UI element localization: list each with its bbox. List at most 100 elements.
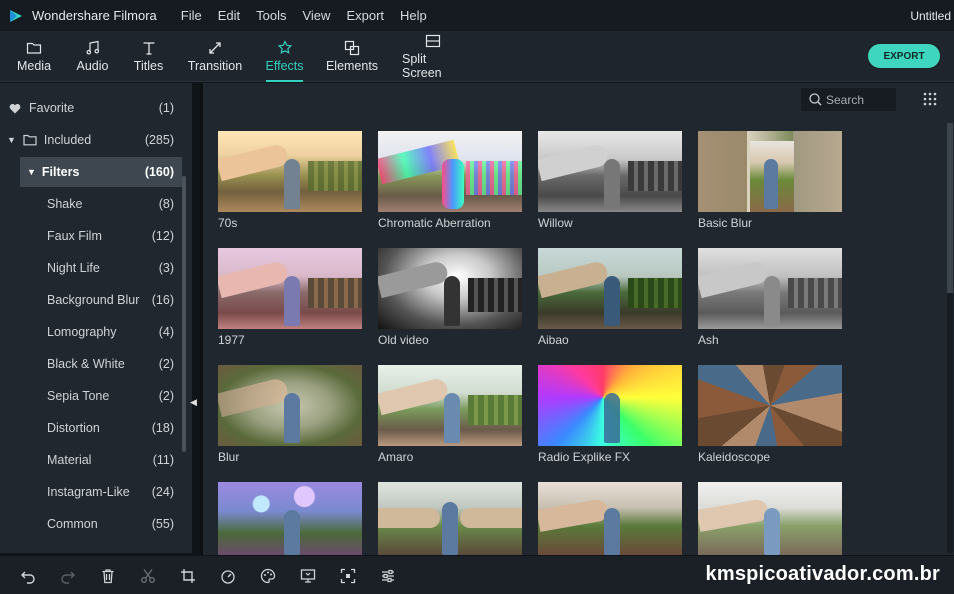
- effect-tile[interactable]: [378, 482, 522, 559]
- thumbnail-vines: [788, 278, 842, 308]
- green-screen-icon[interactable]: [300, 568, 316, 584]
- content-scrollbar[interactable]: [947, 123, 953, 553]
- effect-name: 70s: [218, 216, 238, 230]
- effect-tile-radio-explike-fx[interactable]: Radio Explike FX: [538, 365, 682, 464]
- chevron-down-icon: ▼: [27, 167, 36, 177]
- sidebar-item-instagram-like[interactable]: Instagram-Like (24): [0, 477, 182, 507]
- effect-thumbnail: [378, 248, 522, 329]
- split-screen-icon: [425, 34, 441, 48]
- grid-view-icon[interactable]: [923, 92, 937, 106]
- sidebar-item-count: (12): [151, 229, 174, 243]
- effect-tile[interactable]: [538, 482, 682, 559]
- sidebar-item-background-blur[interactable]: Background Blur (16): [0, 285, 182, 315]
- sidebar-item-label: Distortion: [47, 421, 100, 435]
- sidebar-item-material[interactable]: Material (11): [0, 445, 182, 475]
- effect-name: Blur: [218, 450, 240, 464]
- sidebar-item-label: Common: [47, 517, 98, 531]
- sidebar-item-black-white[interactable]: Black & White (2): [0, 349, 182, 379]
- menu-tools[interactable]: Tools: [256, 8, 286, 23]
- sidebar-item-filters[interactable]: ▼ Filters (160): [20, 157, 182, 187]
- thumbnail-subject: [284, 510, 300, 555]
- menu-export[interactable]: Export: [346, 8, 384, 23]
- thumbnail-subject: [378, 376, 450, 416]
- menu-help[interactable]: Help: [400, 8, 427, 23]
- effect-tile-basic-blur[interactable]: Basic Blur: [698, 131, 842, 230]
- thumbnail-subject: [218, 376, 290, 418]
- effect-name: Amaro: [378, 450, 414, 464]
- effects-category-sidebar: Favorite (1) ▼ Included (285) ▼ Filters …: [0, 83, 197, 553]
- sidebar-item-sepia-tone[interactable]: Sepia Tone (2): [0, 381, 182, 411]
- crop-icon[interactable]: [180, 568, 196, 584]
- speed-icon[interactable]: [220, 568, 236, 584]
- sidebar-item-count: (8): [158, 197, 174, 211]
- sidebar-item-count: (4): [158, 325, 174, 339]
- collapse-sidebar-icon[interactable]: ◀: [190, 397, 197, 408]
- effect-name: Chromatic Aberration: [378, 216, 491, 230]
- thumbnail-subject: [442, 502, 458, 555]
- sidebar-item-count: (16): [151, 293, 174, 307]
- effect-tile-willow[interactable]: Willow: [538, 131, 682, 230]
- sidebar-item-label: Instagram-Like: [47, 485, 130, 499]
- effect-tile-kaleidoscope[interactable]: Kaleidoscope: [698, 365, 842, 464]
- effect-tile-aibao[interactable]: Aibao: [538, 248, 682, 347]
- effect-tile[interactable]: [218, 482, 362, 559]
- thumbnail-vines: [628, 161, 682, 191]
- export-button[interactable]: EXPORT: [868, 44, 940, 68]
- undo-icon[interactable]: [20, 568, 36, 584]
- timeline-toolbar: kmspicoativador.com.br: [0, 556, 954, 594]
- adjust-icon[interactable]: [380, 568, 396, 584]
- thumbnail-subject: [444, 276, 460, 326]
- fit-icon[interactable]: [340, 568, 356, 584]
- sidebar-scrollbar[interactable]: [182, 176, 186, 452]
- sidebar-item-night-life[interactable]: Night Life (3): [0, 253, 182, 283]
- sidebar-item-distortion[interactable]: Distortion (18): [0, 413, 182, 443]
- transition-icon: [209, 42, 221, 54]
- thumbnail-subject: [378, 259, 450, 299]
- effect-thumbnail: [218, 482, 362, 555]
- effects-library: 70s Chromatic Aberration Willow Basic Bl…: [203, 83, 954, 555]
- sidebar-item-count: (2): [158, 357, 174, 371]
- sidebar-item-shake[interactable]: Shake (8): [0, 189, 182, 219]
- sidebar-item-favorite[interactable]: Favorite (1): [0, 93, 182, 123]
- sidebar-item-lomography[interactable]: Lomography (4): [0, 317, 182, 347]
- folder-icon: [26, 42, 42, 54]
- effects-icon: [277, 40, 292, 54]
- effect-tile-1977[interactable]: 1977: [218, 248, 362, 347]
- sidebar-item-count: (2): [158, 389, 174, 403]
- tab-titles[interactable]: Titles: [134, 31, 163, 82]
- thumbnail-subject: [284, 393, 300, 443]
- effect-tile-ash[interactable]: Ash: [698, 248, 842, 347]
- chevron-down-icon: ▼: [7, 135, 16, 145]
- tab-effects[interactable]: Effects: [266, 31, 304, 82]
- menu-file[interactable]: File: [181, 8, 202, 23]
- effect-tile-amaro[interactable]: Amaro: [378, 365, 522, 464]
- menu-view[interactable]: View: [302, 8, 330, 23]
- thumbnail-subject: [604, 508, 620, 555]
- menu-edit[interactable]: Edit: [218, 8, 240, 23]
- tab-split-screen[interactable]: Split Screen: [402, 31, 464, 82]
- watermark-text: kmspicoativador.com.br: [705, 563, 940, 585]
- effect-tile-old-video[interactable]: Old video: [378, 248, 522, 347]
- tab-media[interactable]: Media: [17, 31, 51, 82]
- color-icon[interactable]: [260, 568, 276, 584]
- effect-thumbnail: [218, 365, 362, 446]
- effect-tile-chromatic-aberration[interactable]: Chromatic Aberration: [378, 131, 522, 230]
- sidebar-item-common[interactable]: Common (55): [0, 509, 182, 539]
- effect-tile[interactable]: [698, 482, 842, 559]
- effect-tile-70s[interactable]: 70s: [218, 131, 362, 230]
- tab-elements[interactable]: Elements: [326, 31, 378, 82]
- sidebar-item-included[interactable]: ▼ Included (285): [0, 125, 182, 155]
- tab-audio[interactable]: Audio: [76, 31, 109, 82]
- app-name: Wondershare Filmora: [32, 8, 157, 23]
- search-input[interactable]: [826, 92, 896, 107]
- thumbnail-subject: [538, 142, 610, 182]
- sidebar-item-count: (11): [152, 453, 174, 467]
- tab-transition[interactable]: Transition: [188, 31, 242, 82]
- effect-tile-blur[interactable]: Blur: [218, 365, 362, 464]
- sidebar-item-faux-film[interactable]: Faux Film (12): [0, 221, 182, 251]
- thumbnail-subject: [764, 159, 778, 209]
- menu-bar: File Edit Tools View Export Help: [181, 8, 443, 23]
- scrollbar-thumb[interactable]: [947, 123, 953, 293]
- delete-icon[interactable]: [100, 568, 116, 584]
- thumbnail-subject: [538, 259, 610, 299]
